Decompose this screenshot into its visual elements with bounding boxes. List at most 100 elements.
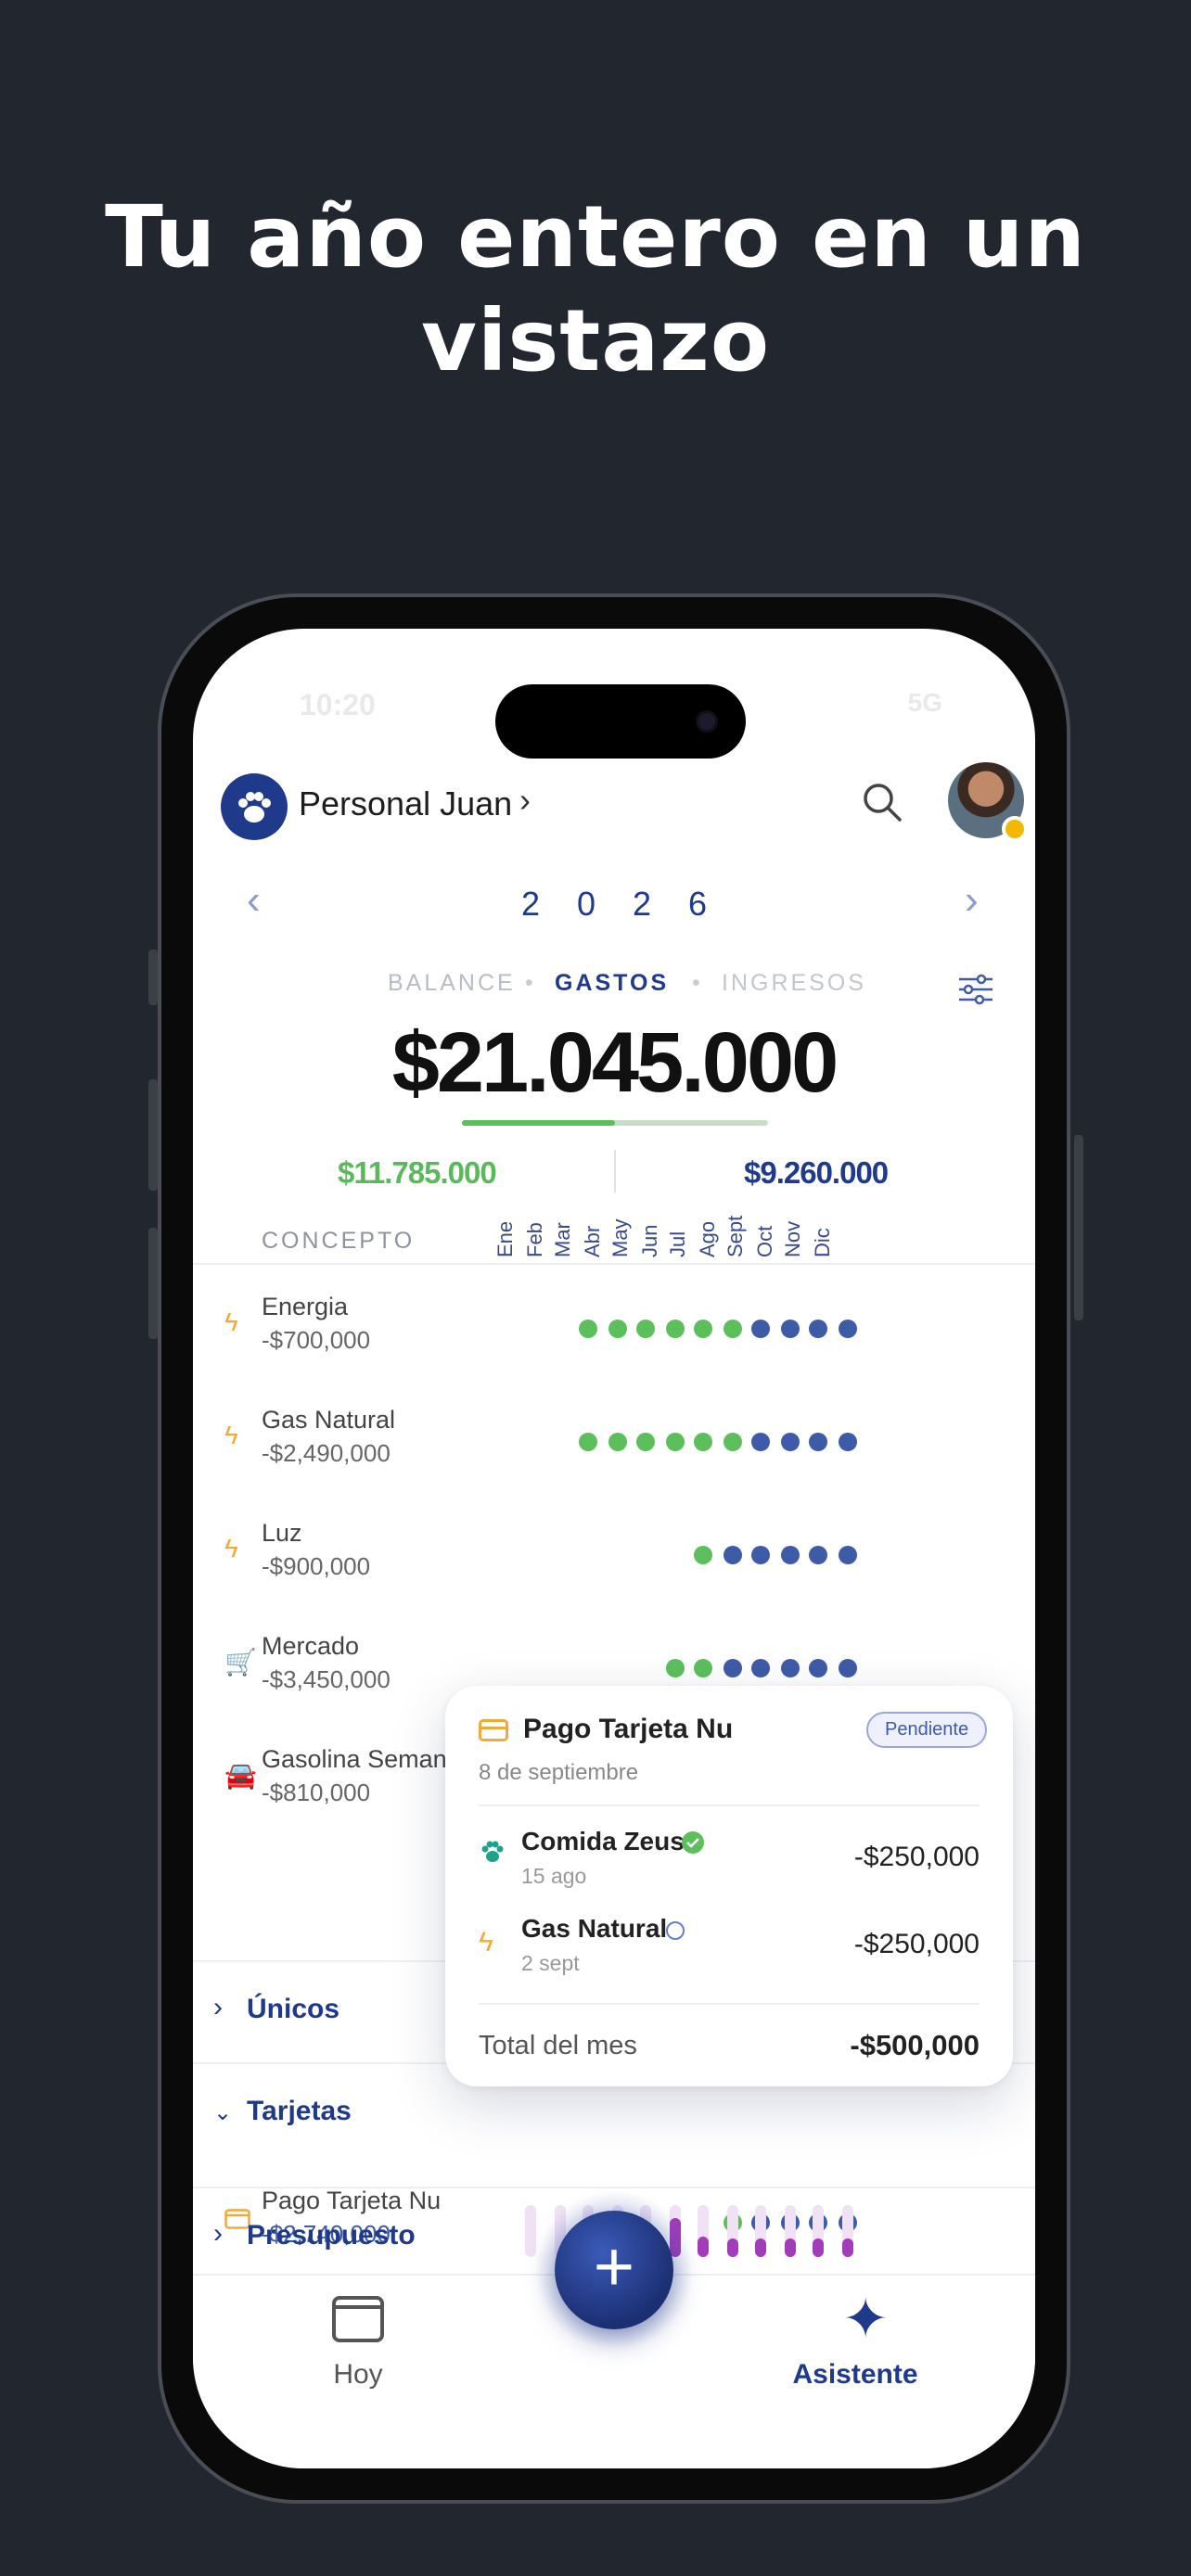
list-item[interactable]: ϟ Luz -$900,000 xyxy=(193,1498,1035,1612)
item-date: 2 sept xyxy=(521,1951,580,1975)
add-button[interactable]: + xyxy=(555,2211,673,2329)
tab-balance[interactable]: BALANCE xyxy=(388,970,516,997)
bolt-icon: ϟ xyxy=(224,1307,238,1336)
popup-date: 8 de septiembre xyxy=(479,1760,639,1785)
status-dot-paid[interactable] xyxy=(724,1433,742,1451)
budget-bar[interactable] xyxy=(842,2205,853,2257)
pending-amount: $9.260.000 xyxy=(744,1155,889,1190)
paw-icon xyxy=(238,792,271,823)
budget-bar[interactable] xyxy=(813,2205,824,2257)
status-dot-paid[interactable] xyxy=(608,1433,627,1451)
tab-asistente[interactable]: Asistente xyxy=(762,2359,948,2391)
next-year-chevron-icon[interactable]: › xyxy=(965,877,979,924)
budget-bar[interactable] xyxy=(755,2205,766,2257)
month-label: Abr xyxy=(581,1225,604,1257)
status-dot-pending[interactable] xyxy=(781,1320,800,1338)
row-amount: -$900,000 xyxy=(262,1552,371,1580)
sparkles-icon[interactable]: ✦ xyxy=(842,2287,889,2352)
status-dot-paid[interactable] xyxy=(694,1546,712,1564)
headline-line-1: Tu año entero en un xyxy=(105,187,1086,287)
bolt-icon: ϟ xyxy=(479,1927,493,1958)
tab-separator: • xyxy=(525,970,536,996)
status-dot-paid[interactable] xyxy=(579,1320,597,1338)
search-icon[interactable] xyxy=(861,781,903,823)
app-header: Personal Juan › xyxy=(193,762,1035,842)
item-name: Gas Natural xyxy=(521,1914,668,1943)
summary-divider xyxy=(614,1150,616,1192)
month-label: Oct xyxy=(753,1225,776,1257)
budget-bar-fill xyxy=(813,2238,824,2257)
status-dot-pending[interactable] xyxy=(781,1433,800,1451)
card-icon xyxy=(479,1719,508,1741)
status-dot-paid[interactable] xyxy=(694,1433,712,1451)
section-label: Tarjetas xyxy=(247,2096,352,2126)
list-item[interactable]: ϟ Energia -$700,000 xyxy=(193,1272,1035,1385)
table-header: CONCEPTO Ene Feb Mar Abr May Jun Jul Ago Sept Oct… xyxy=(193,1207,1035,1265)
status-dot-paid[interactable] xyxy=(608,1320,627,1338)
section-label: Únicos xyxy=(247,1994,340,2024)
month-label: Feb xyxy=(523,1222,546,1257)
row-name: Mercado xyxy=(262,1632,360,1660)
status-dot-paid[interactable] xyxy=(636,1433,655,1451)
account-name[interactable]: Personal Juan xyxy=(299,784,512,823)
budget-bar[interactable] xyxy=(785,2205,796,2257)
month-label: Nov xyxy=(781,1220,804,1257)
empty-circle-icon xyxy=(666,1921,685,1940)
status-dot-paid[interactable] xyxy=(724,1320,742,1338)
status-dot-paid[interactable] xyxy=(694,1659,712,1677)
budget-bar[interactable] xyxy=(698,2205,709,2257)
status-dot-pending[interactable] xyxy=(809,1320,827,1338)
list-item[interactable]: ϟ Gas Natural -$2,490,000 xyxy=(193,1385,1035,1498)
status-dot-pending[interactable] xyxy=(751,1433,770,1451)
tab-hoy[interactable]: Hoy xyxy=(310,2359,406,2391)
row-amount: -$810,000 xyxy=(262,1779,371,1806)
status-dot-pending[interactable] xyxy=(781,1659,800,1677)
status-dot-paid[interactable] xyxy=(666,1433,685,1451)
chevron-right-icon[interactable]: › xyxy=(519,781,531,820)
status-dot-pending[interactable] xyxy=(751,1659,770,1677)
status-dot-pending[interactable] xyxy=(809,1433,827,1451)
row-amount: -$700,000 xyxy=(262,1326,371,1354)
phone-button-volume-down xyxy=(148,1228,158,1339)
status-dot-pending[interactable] xyxy=(839,1546,857,1564)
row-amount: -$3,450,000 xyxy=(262,1665,391,1693)
status-dot-pending[interactable] xyxy=(751,1320,770,1338)
status-badge: Pendiente xyxy=(866,1712,988,1748)
budget-bar-fill xyxy=(842,2238,853,2257)
status-dot-pending[interactable] xyxy=(809,1546,827,1564)
filter-sliders-icon[interactable] xyxy=(957,974,994,1005)
status-dot-pending[interactable] xyxy=(839,1320,857,1338)
tab-ingresos[interactable]: INGRESOS xyxy=(722,970,866,997)
status-dot-paid[interactable] xyxy=(579,1433,597,1451)
camera-icon xyxy=(696,710,718,733)
month-label: Dic xyxy=(811,1228,834,1257)
status-dot-pending[interactable] xyxy=(781,1546,800,1564)
status-dot-pending[interactable] xyxy=(839,1433,857,1451)
status-signal: 5G xyxy=(907,688,942,717)
progress-bar xyxy=(462,1120,768,1126)
row-name: Luz xyxy=(262,1519,302,1547)
divider xyxy=(479,2003,980,2005)
calendar-icon[interactable] xyxy=(332,2296,384,2342)
tab-gastos[interactable]: GASTOS xyxy=(555,970,669,997)
status-dot-pending[interactable] xyxy=(809,1659,827,1677)
divider xyxy=(479,1804,980,1806)
status-dot-paid[interactable] xyxy=(636,1320,655,1338)
bolt-icon: ϟ xyxy=(224,1421,238,1449)
status-dot-pending[interactable] xyxy=(839,1659,857,1677)
popup-title: Pago Tarjeta Nu xyxy=(523,1714,734,1744)
total-amount: $21.045.000 xyxy=(391,1015,839,1110)
status-dot-paid[interactable] xyxy=(666,1320,685,1338)
account-avatar[interactable] xyxy=(221,773,288,840)
payment-popup[interactable]: Pago Tarjeta Nu Pendiente 8 de septiembr… xyxy=(445,1686,1013,2086)
status-dot-pending[interactable] xyxy=(724,1659,742,1677)
phone-button-power xyxy=(1074,1135,1083,1320)
month-label: Sept xyxy=(724,1215,747,1257)
budget-bar[interactable] xyxy=(727,2205,738,2257)
status-dot-pending[interactable] xyxy=(751,1546,770,1564)
budget-bar[interactable] xyxy=(525,2205,536,2257)
status-dot-paid[interactable] xyxy=(694,1320,712,1338)
phone-button-volume-up xyxy=(148,1079,158,1191)
status-dot-pending[interactable] xyxy=(724,1546,742,1564)
status-dot-paid[interactable] xyxy=(666,1659,685,1677)
